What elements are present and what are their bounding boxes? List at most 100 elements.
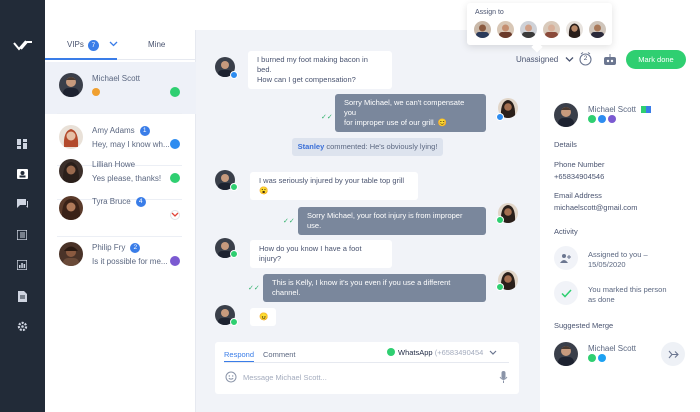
contact-name-text: Michael Scott [588, 105, 637, 114]
whatsapp-icon [387, 348, 395, 356]
unread-badge: 2 [130, 243, 141, 253]
unread-badge: 1 [139, 126, 150, 136]
assignee-avatar[interactable] [543, 21, 560, 38]
internal-note: Stanley commented: He's obviously lying! [292, 138, 443, 156]
contact-list-panel: VIPs 7 Mine Michael Scott Amy Adams 1 Hey,… [45, 30, 196, 412]
avatar [59, 125, 83, 149]
message-text: Sorry Michael, we can't compensate you [344, 98, 465, 117]
channel-phone: (+6583490454 [434, 348, 484, 357]
merge-button[interactable] [661, 342, 685, 366]
whatsapp-icon [170, 173, 180, 183]
whatsapp-icon [230, 250, 238, 258]
contact-details-panel: Michael Scott Details Phone Number +6583… [540, 90, 700, 412]
assignee-avatar[interactable] [474, 21, 491, 38]
message-text: I burned my foot making bacon in bed. [257, 55, 368, 74]
tab-vips[interactable]: VIPs 7 [67, 40, 99, 51]
assignee-avatar[interactable] [497, 21, 514, 38]
channel-icons [588, 115, 616, 123]
channel-selector[interactable]: WhatsApp (+6583490454 [387, 348, 497, 357]
timer-icon[interactable]: 2 [579, 52, 592, 66]
board-icon[interactable] [14, 227, 30, 243]
tab-vips-count: 7 [87, 40, 99, 51]
contact-tabs: VIPs 7 Mine [45, 30, 195, 60]
message-bubble-out: Sorry Michael, we can't compensate you f… [335, 94, 486, 132]
chevron-down-icon[interactable] [109, 40, 118, 48]
merge-contact-name: Michael Scott [588, 344, 637, 353]
assignee-avatar[interactable] [566, 21, 583, 38]
assignee-dropdown[interactable]: Unassigned [516, 55, 574, 64]
tag-icon [641, 106, 652, 113]
logo-icon[interactable] [13, 38, 33, 54]
bot-icon[interactable] [603, 53, 617, 66]
message-text: for improper use of our grill. 😊 [344, 118, 448, 127]
assign-to-popover: Assign to [467, 3, 612, 53]
contact-name: Amy Adams 1 [92, 126, 150, 136]
whatsapp-icon [230, 318, 238, 326]
message-bubble-out: This is Kelly, I know it's you even if y… [263, 274, 486, 302]
contact-last-message: Yes please, thanks! [92, 174, 162, 183]
chevron-down-icon [566, 57, 574, 62]
telegram-icon [496, 113, 504, 121]
sidebar [0, 0, 45, 412]
activity-item: Assigned to you – 15/05/2020 [588, 250, 688, 270]
contact-name-text: Philip Fry [92, 243, 126, 252]
message-bubble-out: Sorry Michael, your foot injury is from … [298, 207, 486, 235]
contact-item[interactable]: Michael Scott [45, 62, 196, 114]
message-bubble-in: I was seriously injured by your table to… [250, 172, 418, 200]
reports-icon[interactable] [14, 257, 30, 273]
wechat-icon [588, 354, 596, 362]
contact-last-message: Is it possible for me... [92, 257, 168, 266]
microphone-icon[interactable] [499, 371, 508, 384]
channel-icons [588, 354, 606, 362]
avatar [59, 159, 83, 183]
whatsapp-icon [496, 283, 504, 291]
message-bubble-in: 😠 [250, 308, 276, 326]
tab-comment[interactable]: Comment [263, 350, 296, 359]
assign-title: Assign to [475, 9, 504, 16]
check-icon [554, 281, 578, 305]
dashboard-icon[interactable] [14, 136, 30, 152]
divider [224, 362, 509, 363]
mark-done-button[interactable]: Mark done [626, 50, 686, 69]
tab-mine[interactable]: Mine [148, 40, 165, 49]
chat-icon[interactable] [14, 196, 30, 212]
viber-icon [608, 115, 616, 123]
read-receipt-icon: ✓✓ [283, 218, 295, 225]
tab-respond[interactable]: Respond [224, 350, 254, 359]
avatar [59, 242, 83, 266]
tab-underline [45, 58, 117, 60]
activity-text: You marked this person [588, 285, 667, 294]
settings-icon[interactable] [14, 318, 30, 334]
activity-text: Assigned to you – [588, 250, 648, 259]
contact-item[interactable]: Philip Fry 2 Is it possible for me... [45, 231, 196, 283]
avatar [554, 103, 578, 127]
activity-heading: Activity [554, 227, 578, 236]
message-input[interactable]: Message Michael Scott... [243, 373, 327, 382]
emoji-icon[interactable] [225, 371, 237, 383]
assignee-avatar[interactable] [589, 21, 606, 38]
note-author: Stanley [297, 142, 325, 151]
contact-name: Tyra Bruce 4 [92, 197, 146, 207]
message-text: 😠 [259, 312, 269, 321]
avatar [554, 342, 578, 366]
message-bubble-in: I burned my foot making bacon in bed. Ho… [248, 51, 392, 89]
documents-icon[interactable] [14, 288, 30, 304]
message-bubble-in: How do you know I have a foot injury? [250, 240, 392, 268]
telegram-icon [598, 115, 606, 123]
unread-badge: 4 [135, 197, 146, 207]
emoji-icon [92, 88, 100, 96]
tab-vips-label: VIPs [67, 40, 84, 49]
assignee-avatar[interactable] [520, 21, 537, 38]
details-heading: Details [554, 140, 577, 149]
chevron-down-icon [489, 350, 497, 355]
timer-count: 2 [583, 55, 588, 62]
contacts-icon[interactable] [14, 166, 30, 182]
contact-item[interactable]: Tyra Bruce 4 [45, 185, 196, 237]
telegram-icon [230, 71, 238, 79]
phone-value: +65834904546 [554, 172, 605, 181]
assignee-status: Unassigned [516, 55, 559, 64]
phone-label: Phone Number [554, 160, 605, 169]
activity-item: You marked this person as done [588, 285, 688, 305]
read-receipt-icon: ✓✓ [321, 114, 333, 121]
twitter-icon [598, 354, 606, 362]
